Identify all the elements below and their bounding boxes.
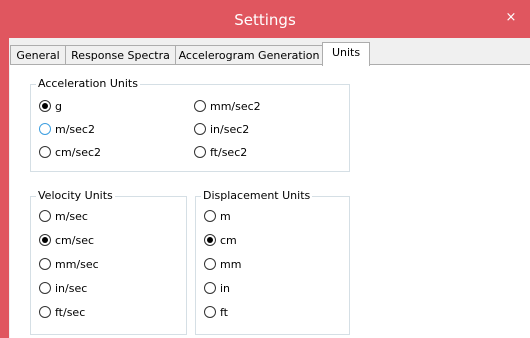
- radio-label: in/sec2: [210, 123, 250, 136]
- radio-label: cm/sec2: [55, 146, 102, 159]
- radio-circle: [39, 282, 51, 294]
- radio-selected-dot: [42, 103, 48, 109]
- radio-selected-dot: [207, 237, 213, 243]
- units-panel: Acceleration Units g mm/sec2 m/sec2 in/s…: [10, 64, 530, 338]
- velocity-units-legend: Velocity Units: [36, 189, 115, 202]
- radio-label: in: [220, 282, 231, 295]
- radio-label: m/sec: [55, 210, 88, 223]
- radio-label: m: [220, 210, 231, 223]
- radio-circle: [39, 258, 51, 270]
- radio-circle: [39, 123, 51, 135]
- radio-circle: [204, 258, 216, 270]
- radio-label: mm/sec: [55, 258, 99, 271]
- title-bar: Settings ×: [0, 0, 530, 38]
- tab-response-spectra[interactable]: Response Spectra: [65, 45, 176, 65]
- radio-circle: [39, 100, 51, 112]
- radio-label: cm/sec: [55, 234, 95, 247]
- window-border-left: [0, 38, 9, 338]
- velocity-units-group: Velocity Units m/sec cm/sec mm/sec in/se…: [30, 189, 187, 335]
- radio-label: mm: [220, 258, 242, 271]
- radio-label: ft/sec2: [210, 146, 248, 159]
- acceleration-units-group: Acceleration Units g mm/sec2 m/sec2 in/s…: [30, 77, 350, 172]
- radio-circle: [204, 210, 216, 222]
- displacement-units-legend: Displacement Units: [201, 189, 313, 202]
- tab-units[interactable]: Units: [322, 42, 370, 66]
- radio-circle: [39, 210, 51, 222]
- radio-circle: [39, 234, 51, 246]
- displacement-units-group: Displacement Units m cm mm in ft: [195, 189, 350, 335]
- radio-label: mm/sec2: [210, 100, 261, 113]
- tab-accelerogram-generation[interactable]: Accelerogram Generation: [175, 45, 323, 65]
- radio-circle: [204, 306, 216, 318]
- radio-circle: [194, 100, 206, 112]
- radio-label: ft: [220, 306, 228, 319]
- close-icon[interactable]: ×: [502, 9, 520, 27]
- radio-label: in/sec: [55, 282, 88, 295]
- radio-label: g: [55, 100, 62, 113]
- radio-circle: [194, 123, 206, 135]
- radio-circle: [204, 234, 216, 246]
- radio-selected-dot: [42, 237, 48, 243]
- acceleration-units-legend: Acceleration Units: [36, 77, 140, 90]
- radio-label: m/sec2: [55, 123, 95, 136]
- radio-label: cm: [220, 234, 237, 247]
- tab-general[interactable]: General: [10, 45, 66, 65]
- radio-circle: [204, 282, 216, 294]
- radio-circle: [39, 306, 51, 318]
- radio-circle: [194, 146, 206, 158]
- radio-label: ft/sec: [55, 306, 86, 319]
- radio-circle: [39, 146, 51, 158]
- window-title: Settings: [234, 11, 296, 29]
